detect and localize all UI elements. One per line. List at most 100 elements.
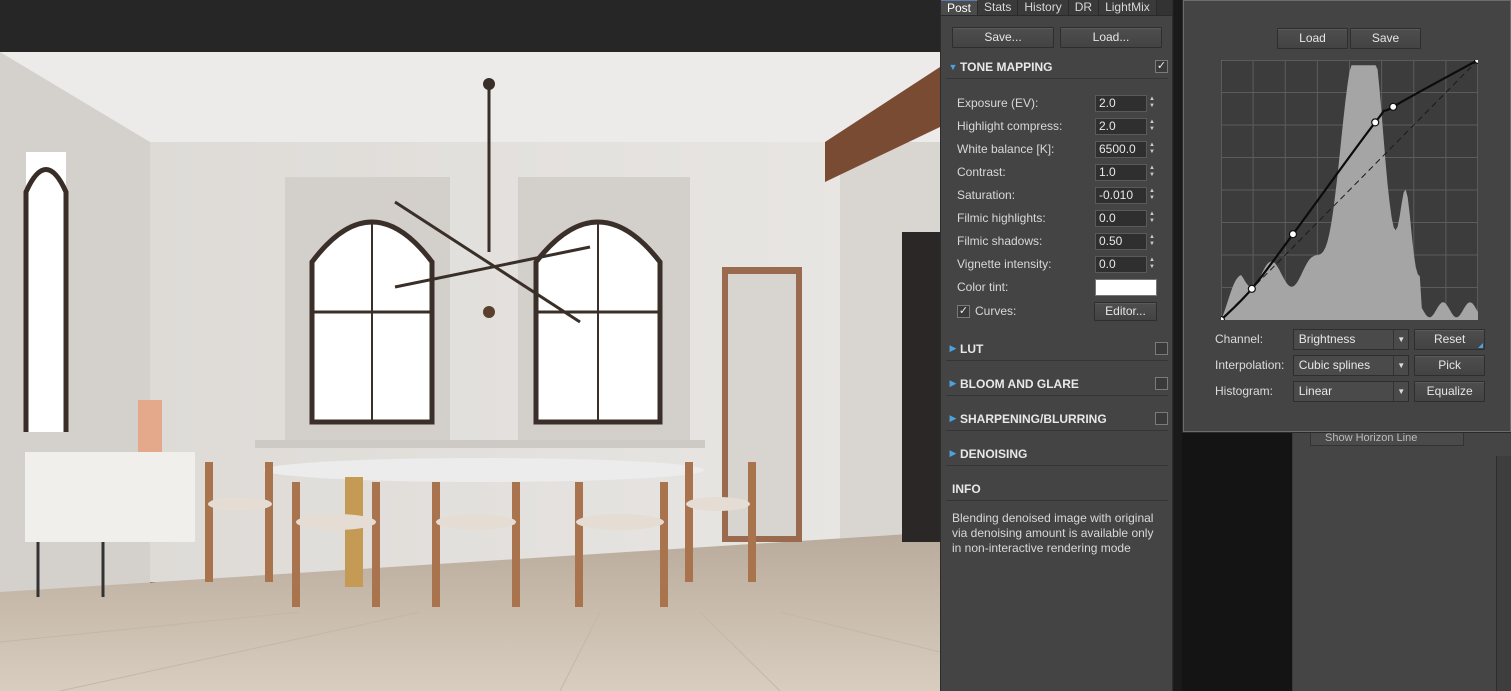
channel-row: Channel: Brightness ▼ Reset [1215, 328, 1485, 350]
preset-buttons: Save... Load... [952, 27, 1162, 48]
bloom-glare-header[interactable]: ▶ BLOOM AND GLARE [946, 372, 1168, 396]
spinner-arrows-icon[interactable]: ▲ ▼ [1147, 256, 1157, 273]
saturation-input[interactable]: -0.010 [1095, 186, 1147, 204]
viewport-top-bar [0, 0, 940, 52]
highlight-compress-input[interactable]: 2.0 [1095, 117, 1147, 135]
param-saturation: Saturation: -0.010 ▲ ▼ [957, 185, 1157, 205]
equalize-button[interactable]: Equalize [1414, 380, 1485, 402]
curves-checkbox[interactable]: ✓ [957, 304, 970, 318]
param-highlight-compress: Highlight compress: 2.0 ▲ ▼ [957, 116, 1157, 136]
tab-history[interactable]: History [1018, 0, 1069, 15]
post-panel: Post Stats History DR LightMix Save... L… [940, 0, 1173, 691]
spinner-arrows-icon[interactable]: ▲ ▼ [1147, 187, 1157, 204]
curve-control-point[interactable] [1288, 230, 1298, 239]
sharpening-title: SHARPENING/BLURRING [960, 411, 1107, 426]
tone-mapping-checkbox[interactable]: ✓ [1155, 60, 1168, 73]
divider [946, 500, 1168, 501]
curve-file-buttons: Load Save [1277, 28, 1421, 49]
param-label: Curves: [975, 304, 1017, 318]
param-vignette-intensity: Vignette intensity: 0.0 ▲ ▼ [957, 254, 1157, 274]
param-exposure: Exposure (EV): 2.0 ▲ ▼ [957, 93, 1157, 113]
param-label: Color tint: [957, 280, 1009, 294]
histogram-label: Histogram: [1215, 384, 1274, 398]
show-horizon-line-button[interactable]: Show Horizon Line [1310, 430, 1464, 446]
bloom-glare-checkbox[interactable] [1155, 377, 1168, 390]
white-balance-input[interactable]: 6500.0 [1095, 140, 1147, 158]
info-title: INFO [952, 482, 981, 496]
denoising-title: DENOISING [960, 446, 1028, 461]
reset-button[interactable]: Reset [1414, 328, 1485, 350]
chevron-down-icon: ▼ [1393, 329, 1408, 349]
lut-header[interactable]: ▶ LUT [946, 337, 1168, 361]
curve-graph[interactable] [1221, 60, 1478, 320]
curve-control-point[interactable] [1389, 102, 1398, 111]
param-label: Contrast: [957, 165, 1006, 179]
param-label: Highlight compress: [957, 119, 1063, 133]
spinner-arrows-icon[interactable]: ▲ ▼ [1147, 141, 1157, 158]
spinner-arrows-icon[interactable]: ▲ ▼ [1147, 210, 1157, 227]
save-curve-button[interactable]: Save [1350, 28, 1421, 49]
spinner-arrows-icon[interactable]: ▲ ▼ [1147, 164, 1157, 181]
spinner-arrows-icon[interactable]: ▲ ▼ [1147, 95, 1157, 112]
panel-tabs: Post Stats History DR LightMix [941, 0, 1172, 16]
curves-editor-button[interactable]: Editor... [1094, 301, 1157, 321]
triangle-right-icon: ▶ [949, 448, 957, 458]
param-white-balance: White balance [K]: 6500.0 ▲ ▼ [957, 139, 1157, 159]
channel-label: Channel: [1215, 332, 1264, 346]
interpolation-select[interactable]: Cubic splines ▼ [1292, 354, 1410, 376]
render-viewport [0, 0, 940, 691]
sharpening-header[interactable]: ▶ SHARPENING/BLURRING [946, 407, 1168, 431]
tab-post[interactable]: Post [941, 0, 979, 15]
histogram-row: Histogram: Linear ▼ Equalize [1215, 380, 1485, 402]
param-label: Vignette intensity: [957, 257, 1052, 271]
param-filmic-highlights: Filmic highlights: 0.0 ▲ ▼ [957, 208, 1157, 228]
param-curves: ✓ Curves: Editor... [957, 301, 1157, 321]
pick-button[interactable]: Pick [1414, 354, 1485, 376]
bloom-glare-title: BLOOM AND GLARE [960, 376, 1079, 391]
param-label: Filmic highlights: [957, 211, 1046, 225]
param-filmic-shadows: Filmic shadows: 0.50 ▲ ▼ [957, 231, 1157, 251]
spinner-arrows-icon[interactable]: ▲ ▼ [1147, 118, 1157, 135]
histogram-select[interactable]: Linear ▼ [1292, 380, 1410, 402]
tone-mapping-title: TONE MAPPING [960, 59, 1053, 74]
exposure-input[interactable]: 2.0 [1095, 94, 1147, 112]
chevron-down-icon: ▼ [1393, 355, 1408, 375]
load-curve-button[interactable]: Load [1277, 28, 1348, 49]
background-scroll-area [1496, 456, 1511, 691]
triangle-right-icon: ▶ [949, 413, 957, 423]
info-text: Blending denoised image with original vi… [952, 511, 1154, 555]
denoising-header[interactable]: ▶ DENOISING [946, 442, 1168, 466]
tab-dr[interactable]: DR [1068, 0, 1100, 15]
vignette-intensity-input[interactable]: 0.0 [1095, 255, 1147, 273]
curve-editor-window: Load Save Channel: Brightness ▼ Reset Int… [1183, 0, 1511, 432]
color-tint-swatch[interactable] [1095, 278, 1157, 296]
tab-stats[interactable]: Stats [978, 0, 1019, 15]
interpolation-label: Interpolation: [1215, 358, 1285, 372]
background-panel [1292, 430, 1511, 691]
spinner-arrows-icon[interactable]: ▲ ▼ [1147, 233, 1157, 250]
curve-control-point[interactable] [1371, 118, 1380, 127]
curve-control-point[interactable] [1247, 284, 1256, 293]
background-dark-area [1182, 430, 1292, 691]
tone-mapping-header[interactable]: ▼ TONE MAPPING ✓ [946, 55, 1168, 79]
param-label: Filmic shadows: [957, 234, 1043, 248]
param-label: Saturation: [957, 188, 1016, 202]
corner-flyout-icon [1478, 342, 1483, 348]
filmic-shadows-input[interactable]: 0.50 [1095, 232, 1147, 250]
sharpening-checkbox[interactable] [1155, 412, 1168, 425]
contrast-input[interactable]: 1.0 [1095, 163, 1147, 181]
filmic-highlights-input[interactable]: 0.0 [1095, 209, 1147, 227]
lut-checkbox[interactable] [1155, 342, 1168, 355]
triangle-right-icon: ▶ [949, 378, 957, 388]
interpolation-row: Interpolation: Cubic splines ▼ Pick [1215, 354, 1485, 376]
load-preset-button[interactable]: Load... [1060, 27, 1162, 48]
param-label: Exposure (EV): [957, 96, 1039, 110]
param-color-tint: Color tint: [957, 277, 1157, 297]
chevron-down-icon: ▼ [1393, 381, 1408, 401]
channel-select[interactable]: Brightness ▼ [1292, 328, 1410, 350]
lut-title: LUT [960, 341, 984, 356]
param-contrast: Contrast: 1.0 ▲ ▼ [957, 162, 1157, 182]
save-preset-button[interactable]: Save... [952, 27, 1054, 48]
tab-lightmix[interactable]: LightMix [1099, 0, 1157, 15]
rendered-image [0, 52, 940, 691]
